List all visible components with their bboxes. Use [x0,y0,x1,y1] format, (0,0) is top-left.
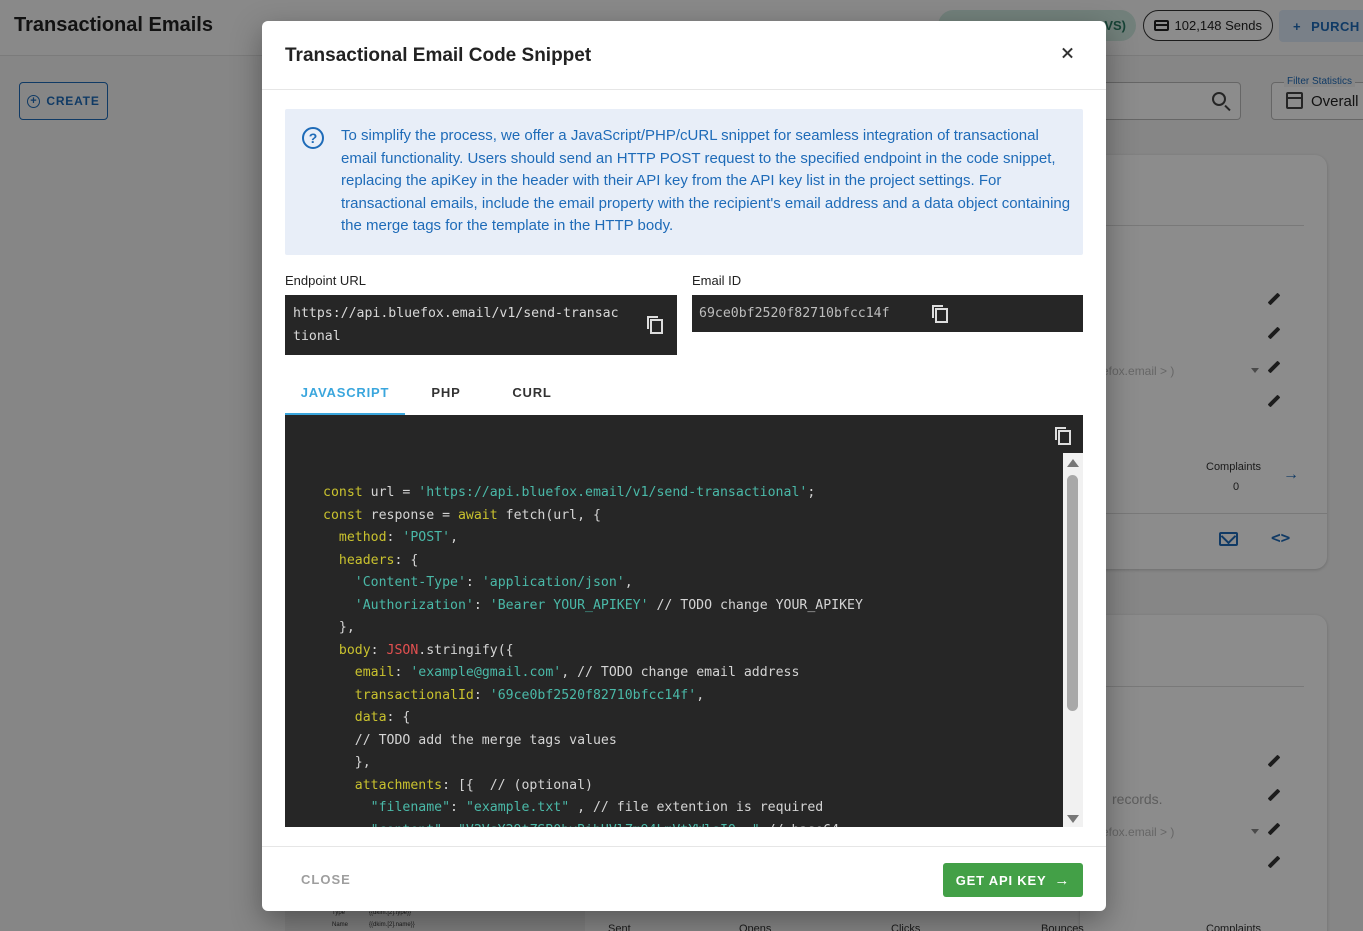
close-button[interactable]: CLOSE [301,872,351,887]
code-line: data: { [323,707,863,730]
code-token: response = [370,507,458,523]
code-token: : [442,823,458,828]
endpoint-url-field: https://api.bluefox.email/v1/send-transa… [285,295,677,355]
get-api-key-label: GET API KEY [955,872,1047,888]
code-line: const response = await fetch(url, { [323,505,863,528]
close-icon[interactable] [1058,43,1078,63]
info-text: To simplify the process, we offer a Java… [341,127,1071,235]
code-token: headers [323,552,395,568]
code-token: .stringify({ [418,642,514,658]
code-toolbar [285,415,1083,453]
code-token: : { [386,710,411,725]
endpoint-url-value: https://api.bluefox.email/v1/send-transa… [293,306,619,344]
code-token: , [450,530,459,545]
tab-curl[interactable]: CURL [497,375,567,415]
code-token: "V2VsY29tZSB0byBibHVlZm94LmVtYWlsIQ==" [458,823,760,828]
code-token: 'https://api.bluefox.email/v1/send-trans… [418,485,808,500]
code-token: , // file extention is required [569,800,824,815]
code-token: fetch(url, { [505,507,601,523]
copy-email-id-icon[interactable] [932,305,948,323]
question-circle-icon: ? [302,127,324,149]
code-token: , [624,575,633,590]
code-token: 'Bearer YOUR_APIKEY' [489,597,649,613]
code-token: : [{ // (optional) [442,777,593,793]
code-token: "filename" [323,800,451,815]
code-token: url = [370,485,419,500]
code-token: : [370,642,387,658]
code-token: await [457,507,506,523]
code-token: 'POST' [402,530,451,545]
code-token: : [394,665,411,680]
code-line: headers: { [323,550,863,573]
code-token: : [473,687,490,703]
code-token: "example.txt" [465,800,570,815]
code-token: const [323,485,371,500]
language-tabs: JAVASCRIPT PHP CURL [285,375,1083,415]
code-line: 'Authorization': 'Bearer YOUR_APIKEY' //… [323,595,863,618]
code-token: data [323,710,387,725]
code-token: : { [394,552,419,568]
code-line: }, [323,752,863,775]
info-alert: ? To simplify the process, we offer a Ja… [285,109,1083,255]
code-token: 'example@gmail.com' [410,665,562,680]
code-token: }, [323,620,355,635]
code-token: 'Content-Type' [323,575,466,590]
email-id-value: 69ce0bf2520f82710bfcc14f [699,306,890,321]
code-token: attachments [323,777,443,793]
dialog-header: Transactional Email Code Snippet [262,21,1106,90]
code-token: method [323,530,387,545]
code-token: body [323,642,371,658]
scroll-up-icon[interactable] [1067,459,1079,467]
code-token: : [386,530,403,545]
code-token: const [323,507,371,523]
code-line: method: 'POST', [323,527,863,550]
get-api-key-button[interactable]: GET API KEY → [943,863,1083,897]
code-token: // base64 [760,823,839,828]
code-token: 'Authorization' [323,597,474,613]
code-line: "filename": "example.txt" , // file exte… [323,797,863,820]
dialog-footer: CLOSE GET API KEY → [262,846,1106,911]
scrollbar-thumb[interactable] [1067,475,1078,711]
code-snippet[interactable]: const url = 'https://api.bluefox.email/v… [285,453,1083,827]
code-token: : [450,800,466,815]
code-token: }, [323,755,371,770]
code-line: attachments: [{ // (optional) [323,775,863,798]
code-line: email: 'example@gmail.com', // TODO chan… [323,662,863,685]
dialog-title: Transactional Email Code Snippet [285,45,592,66]
email-id-label: Email ID [692,273,742,288]
code-token: JSON [386,642,419,658]
tab-javascript[interactable]: JAVASCRIPT [285,375,405,415]
code-line: transactionalId: '69ce0bf2520f82710bfcc1… [323,685,863,708]
code-token: : [473,597,490,613]
code-line: // TODO add the merge tags values [323,730,863,753]
code-token: , // TODO change email address [561,665,800,680]
code-lines: const url = 'https://api.bluefox.email/v… [323,482,863,827]
code-token: // TODO change YOUR_APIKEY [648,597,863,613]
code-line: 'Content-Type': 'application/json', [323,572,863,595]
code-token: "content" [323,823,442,828]
endpoint-label: Endpoint URL [285,273,366,288]
code-token: // TODO add the merge tags values [323,732,617,748]
code-line: }, [323,617,863,640]
code-snippet-dialog: Transactional Email Code Snippet ? To si… [262,21,1106,911]
code-token: : [465,575,482,590]
code-token: '69ce0bf2520f82710bfcc14f' [489,687,697,703]
code-scrollbar[interactable] [1063,453,1083,827]
code-line: "content": "V2VsY29tZSB0byBibHVlZm94LmVt… [323,820,863,828]
code-line: const url = 'https://api.bluefox.email/v… [323,482,863,505]
tab-php[interactable]: PHP [411,375,481,415]
code-token: ; [807,485,816,500]
scroll-down-icon[interactable] [1067,815,1079,823]
arrow-right-icon: → [1054,871,1071,889]
code-token: email [323,665,395,680]
email-id-field: 69ce0bf2520f82710bfcc14f [692,295,1083,332]
copy-endpoint-icon[interactable] [647,316,663,334]
copy-code-icon[interactable] [1055,427,1071,445]
code-token: transactionalId [323,687,474,703]
code-token: 'application/json' [481,575,625,590]
code-token: , [696,687,705,703]
code-line: body: JSON.stringify({ [323,640,863,663]
